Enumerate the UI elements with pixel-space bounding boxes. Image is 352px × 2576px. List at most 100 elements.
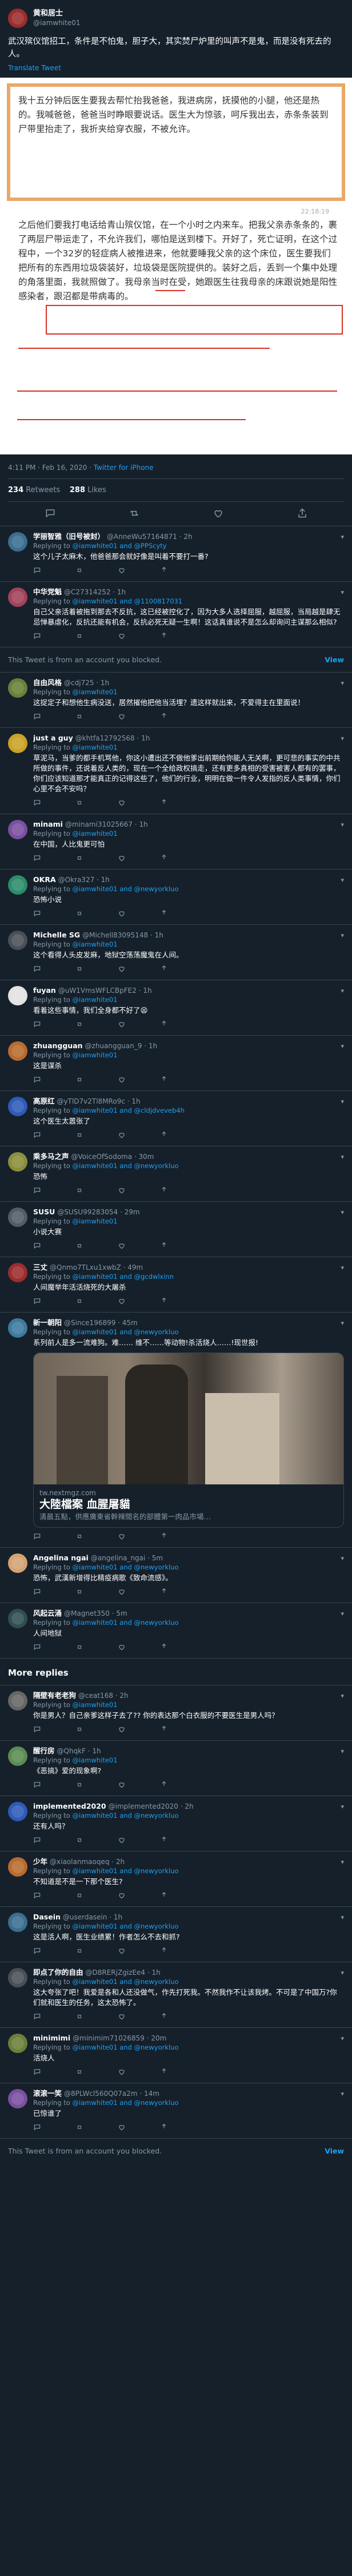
share-icon[interactable] [160, 713, 168, 721]
reply-icon[interactable] [33, 1947, 41, 1955]
reply-author-name[interactable]: 隔壁有老老狗 [33, 1691, 76, 1700]
chevron-down-icon[interactable]: ▾ [341, 1555, 344, 1562]
reply-author-name[interactable]: minimimi [33, 2034, 70, 2043]
retweet-icon[interactable] [75, 1891, 83, 1899]
retweet-icon[interactable] [75, 1947, 83, 1955]
reply-icon[interactable] [33, 1131, 41, 1139]
like-icon[interactable] [213, 508, 224, 519]
like-icon[interactable] [118, 1891, 126, 1899]
chevron-down-icon[interactable]: ▾ [341, 1969, 344, 1977]
reply-tweet[interactable]: 自由风格 @cdj725 · 1h Replying to @iamwhite01… [0, 672, 352, 727]
avatar[interactable] [8, 1553, 27, 1573]
share-icon[interactable] [160, 854, 168, 862]
like-icon[interactable] [118, 799, 126, 807]
chevron-down-icon[interactable]: ▾ [341, 1748, 344, 1755]
chevron-down-icon[interactable]: ▾ [341, 876, 344, 884]
like-icon[interactable] [118, 965, 126, 973]
retweet-icon[interactable] [75, 2068, 83, 2076]
reply-author-name[interactable]: implemented2020 [33, 1802, 106, 1811]
like-icon[interactable] [118, 1131, 126, 1139]
reply-author-name[interactable]: OKRA [33, 875, 56, 884]
replying-to-handles[interactable]: @iamwhite01 and @newyorkluo [73, 1978, 179, 1986]
retweet-icon[interactable] [75, 1131, 83, 1139]
share-icon[interactable] [160, 1836, 168, 1844]
reply-author-name[interactable]: 中华党魁 [33, 587, 62, 597]
chevron-down-icon[interactable]: ▾ [341, 735, 344, 742]
like-icon[interactable] [118, 854, 126, 862]
view-blocked-button[interactable]: View [325, 655, 344, 664]
retweet-icon[interactable] [75, 854, 83, 862]
retweet-count[interactable]: 234 Retweets [8, 486, 60, 494]
retweet-icon[interactable] [75, 2123, 83, 2131]
share-icon[interactable] [160, 1891, 168, 1899]
replying-to-handles[interactable]: @iamwhite01 [73, 743, 118, 751]
replying-to-handles[interactable]: @iamwhite01 [73, 996, 118, 1004]
retweet-icon[interactable] [75, 1076, 83, 1084]
chevron-down-icon[interactable]: ▾ [341, 1319, 344, 1327]
chevron-down-icon[interactable]: ▾ [341, 821, 344, 828]
chevron-down-icon[interactable]: ▾ [341, 932, 344, 939]
reply-author-name[interactable]: 乘多马之声 [33, 1152, 69, 1161]
chevron-down-icon[interactable]: ▾ [341, 1692, 344, 1700]
reply-tweet[interactable]: 滚滚一笑 @8PLWcl560Q07a2m · 14m Replying to @… [0, 2083, 352, 2138]
like-icon[interactable] [118, 2068, 126, 2076]
chevron-down-icon[interactable]: ▾ [341, 1610, 344, 1617]
chevron-down-icon[interactable]: ▾ [341, 533, 344, 541]
avatar[interactable] [8, 875, 27, 895]
reply-author-name[interactable]: 三丈 [33, 1263, 47, 1272]
avatar[interactable] [8, 1857, 27, 1877]
replying-to-handles[interactable]: @iamwhite01 and @newyorkluo [73, 2043, 179, 2051]
replying-to-handles[interactable]: @iamwhite01 and @newyorkluo [73, 1619, 179, 1627]
retweet-icon[interactable] [75, 1020, 83, 1028]
reply-author-name[interactable]: just a guy [33, 734, 73, 743]
retweet-icon[interactable] [75, 632, 83, 640]
avatar[interactable] [8, 820, 27, 839]
reply-icon[interactable] [33, 713, 41, 721]
chevron-down-icon[interactable]: ▾ [341, 1153, 344, 1161]
reply-author-name[interactable]: Michelle SG [33, 931, 80, 940]
reply-icon[interactable] [33, 566, 41, 574]
like-icon[interactable] [118, 2123, 126, 2131]
reply-author-name[interactable]: 醒行房 [33, 1746, 55, 1756]
link-preview-image[interactable] [34, 1353, 343, 1484]
replying-to-handles[interactable]: @iamwhite01 [73, 1217, 118, 1225]
retweet-icon[interactable] [75, 1297, 83, 1305]
avatar[interactable] [8, 1097, 27, 1116]
avatar[interactable] [8, 678, 27, 698]
replying-to-handles[interactable]: @iamwhite01 and @newyorkluo [73, 1867, 179, 1875]
reply-tweet[interactable]: fuyan @uW1VmsWFLCBpFE2 · 1h Replying to @… [0, 980, 352, 1035]
share-icon[interactable] [160, 1643, 168, 1651]
chevron-down-icon[interactable]: ▾ [341, 1209, 344, 1216]
retweet-icon[interactable] [75, 1242, 83, 1250]
reply-icon[interactable] [33, 1020, 41, 1028]
avatar[interactable] [8, 532, 27, 552]
reply-author-name[interactable]: 学丽智雅（旧号被封） [33, 532, 105, 541]
retweet-icon[interactable] [75, 1781, 83, 1789]
reply-icon[interactable] [33, 1891, 41, 1899]
reply-author-name[interactable]: 风起云涌 [33, 1609, 62, 1618]
reply-author-name[interactable]: zhuangguan [33, 1041, 83, 1050]
replying-to-handles[interactable]: @iamwhite01 and @PPScyty [73, 542, 167, 550]
retweet-icon[interactable] [75, 1643, 83, 1651]
reply-icon[interactable] [45, 508, 56, 519]
reply-author-name[interactable]: 滚滚一笑 [33, 2089, 62, 2098]
share-icon[interactable] [160, 909, 168, 917]
reply-tweet[interactable]: just a guy @khtfa12792568 · 1h Replying t… [0, 727, 352, 814]
reply-tweet[interactable]: Dasein @userdasein · 1h Replying to @iamw… [0, 1906, 352, 1962]
avatar[interactable] [8, 734, 27, 753]
replying-to-handles[interactable]: @iamwhite01 and @newyorkluo [73, 1162, 179, 1170]
reply-icon[interactable] [33, 799, 41, 807]
replying-to-handles[interactable]: @iamwhite01 and @1100817031 [73, 597, 183, 605]
reply-author-name[interactable]: minami [33, 820, 63, 829]
share-icon[interactable] [160, 1076, 168, 1084]
retweet-icon[interactable] [75, 2012, 83, 2020]
share-icon[interactable] [160, 965, 168, 973]
reply-tweet[interactable]: 新一朝阳 @Since196899 · 45m Replying to @iamw… [0, 1312, 352, 1547]
reply-icon[interactable] [33, 854, 41, 862]
tweet-source[interactable]: Twitter for iPhone [94, 464, 154, 472]
tweet-timestamp[interactable]: 4:11 PM · Feb 16, 2020 [8, 464, 87, 472]
link-preview-card[interactable]: tw.nextmgz.com 大陸檔案 血腥屠貓 清晨五點，供應廣東省幹辣間名的… [33, 1353, 344, 1528]
retweet-icon[interactable] [75, 1186, 83, 1194]
share-icon[interactable] [160, 799, 168, 807]
share-icon[interactable] [160, 2068, 168, 2076]
